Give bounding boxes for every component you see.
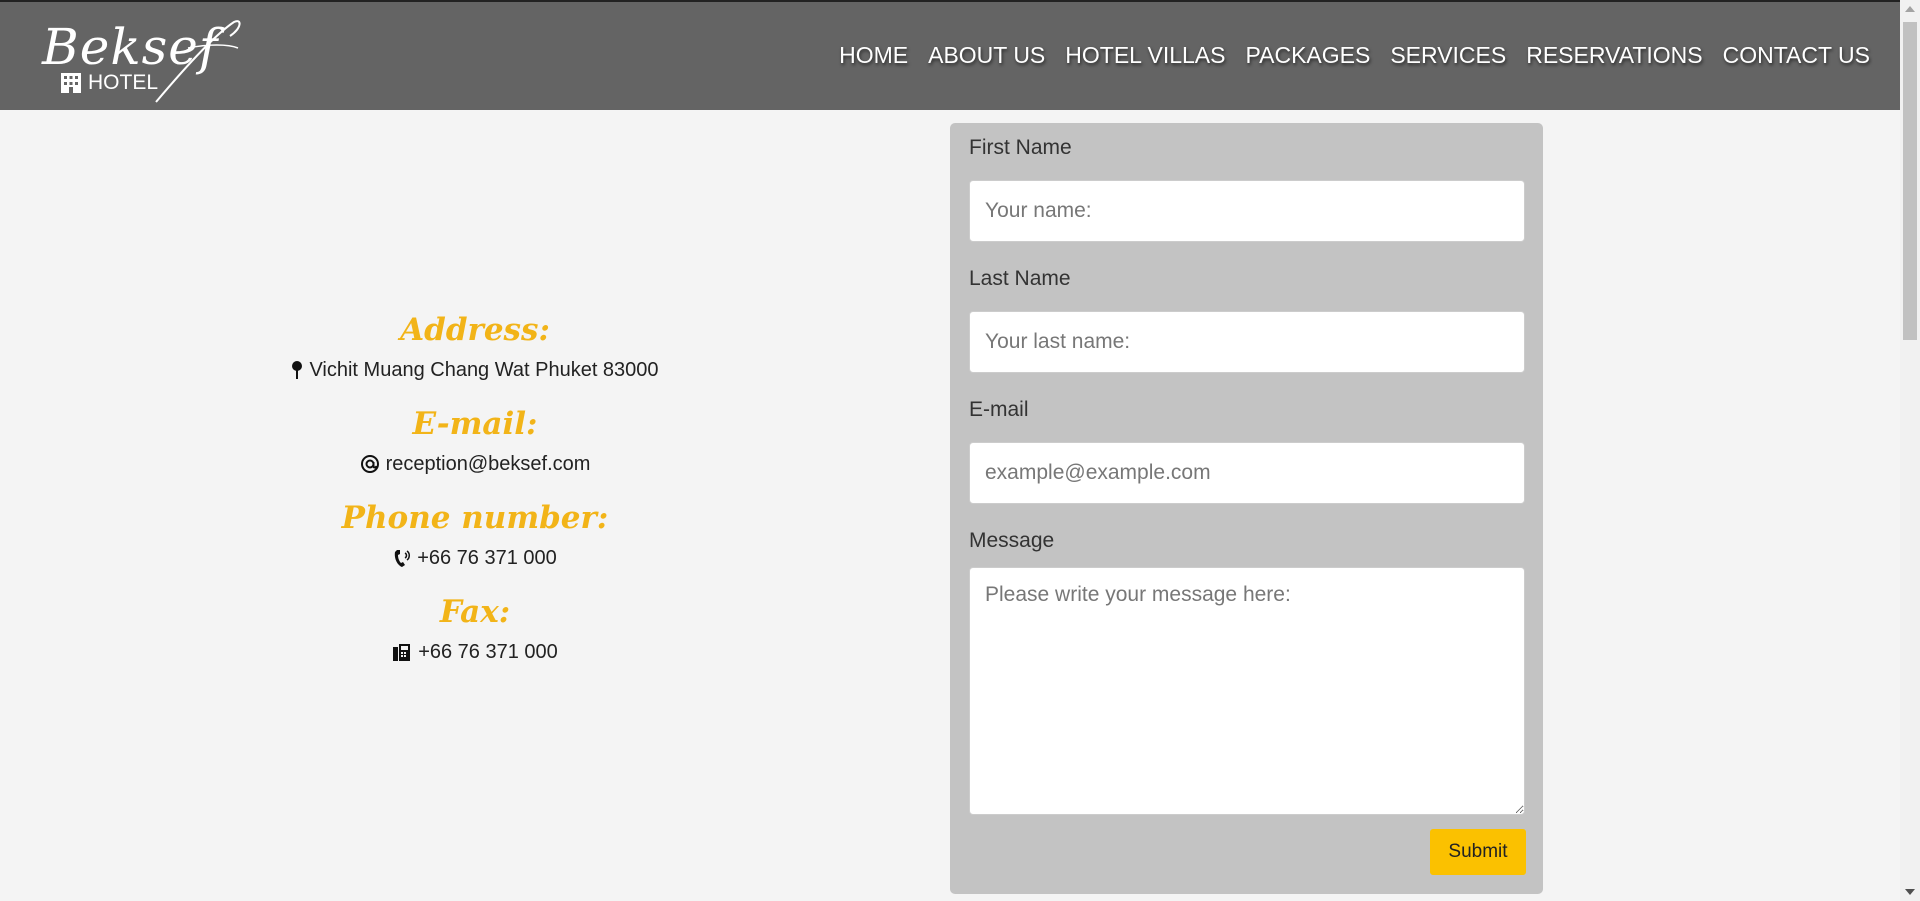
address-line: Vichit Muang Chang Wat Phuket 83000 [175,358,775,382]
nav-packages[interactable]: PACKAGES [1245,42,1370,69]
nav-about-us[interactable]: ABOUT US [928,42,1045,69]
nav-contact-us[interactable]: CONTACT US [1723,42,1870,69]
submit-button[interactable]: Submit [1430,829,1526,875]
email-label: E-mail [969,398,1029,421]
address-heading: Address: [400,312,550,348]
nav-hotel-villas[interactable]: HOTEL VILLAS [1065,42,1225,69]
fax-icon [392,642,412,662]
nav-home[interactable]: HOME [839,42,908,69]
phone-icon [393,548,411,568]
fax-line: +66 76 371 000 [175,640,775,664]
site-header: Beksef HOTEL HOME ABOUT US HOTEL VILLAS … [0,2,1900,110]
message-label: Message [969,529,1055,552]
scrollbar-thumb[interactable] [1903,22,1917,340]
message-textarea[interactable] [969,567,1525,815]
scroll-down-icon[interactable] [1905,889,1915,895]
hotel-logo[interactable]: Beksef HOTEL [38,14,248,104]
nav-services[interactable]: SERVICES [1390,42,1506,69]
contact-form: First Name Last Name E-mail Message Subm… [950,123,1543,894]
last-name-input[interactable] [969,311,1525,373]
logo-subtitle: HOTEL [88,71,159,94]
email-input[interactable] [969,442,1525,504]
building-icon [61,73,81,93]
nav-reservations[interactable]: RESERVATIONS [1526,42,1702,69]
fax-heading: Fax: [439,594,511,630]
email-line: reception@beksef.com [175,452,775,476]
page-scrollbar[interactable] [1900,0,1920,901]
scroll-up-icon[interactable] [1905,6,1915,12]
main-nav: HOME ABOUT US HOTEL VILLAS PACKAGES SERV… [839,42,1870,69]
email-heading: E-mail: [412,406,538,442]
phone-line: +66 76 371 000 [175,546,775,570]
contact-info: Address: Vichit Muang Chang Wat Phuket 8… [175,310,775,686]
map-pin-icon [291,360,303,380]
at-icon [360,454,380,474]
first-name-input[interactable] [969,180,1525,242]
address-value: Vichit Muang Chang Wat Phuket 83000 [309,359,659,381]
phone-value: +66 76 371 000 [417,547,557,569]
first-name-label: First Name [969,136,1072,159]
fax-value: +66 76 371 000 [418,641,558,663]
email-value[interactable]: reception@beksef.com [386,452,591,476]
logo-script-text: Beksef [42,18,219,76]
phone-heading: Phone number: [341,500,609,536]
last-name-label: Last Name [969,267,1071,290]
